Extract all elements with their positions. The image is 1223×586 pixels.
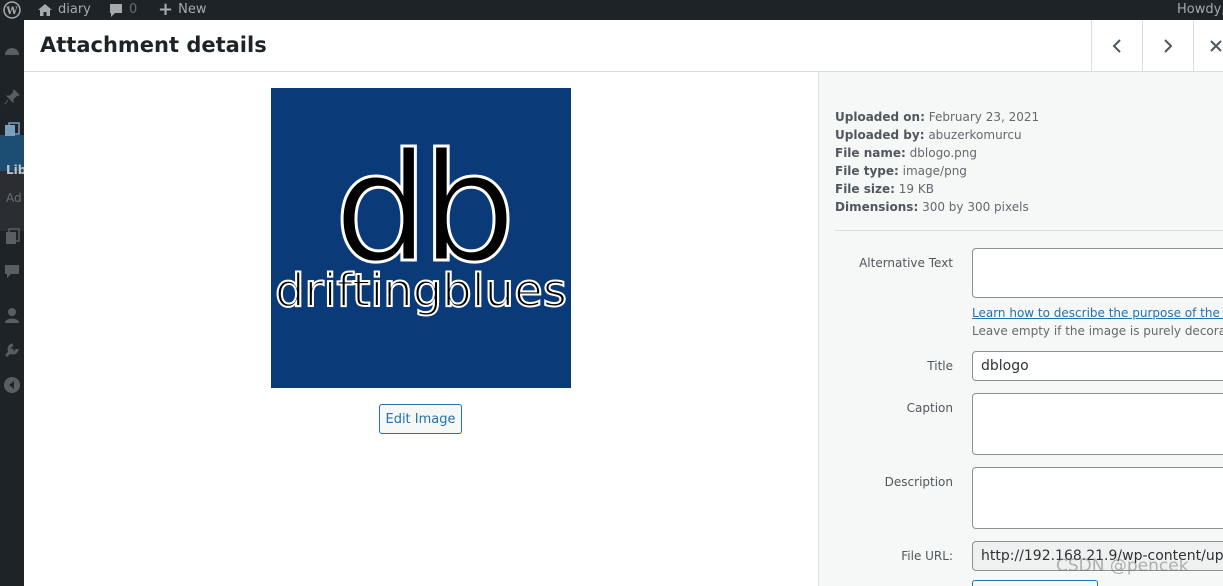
new-content-link[interactable]: + New xyxy=(158,0,206,20)
edit-image-button[interactable]: Edit Image xyxy=(379,404,462,434)
collapse-menu-icon[interactable] xyxy=(3,376,21,394)
previous-attachment-button[interactable] xyxy=(1091,20,1142,71)
chevron-left-icon xyxy=(1112,38,1121,53)
admin-bar: W diary 0 + New Howdy, xyxy=(0,0,1223,20)
close-modal-button[interactable] xyxy=(1193,20,1223,71)
description-field[interactable] xyxy=(972,467,1223,529)
file-name-row: File name: dblogo.png xyxy=(835,146,977,160)
users-icon[interactable] xyxy=(3,306,21,324)
my-account-link[interactable]: Howdy, xyxy=(1177,0,1223,20)
description-label: Description xyxy=(884,475,953,489)
alt-text-help-text: Leave empty if the image is purely decor… xyxy=(972,324,1223,338)
pages-icon[interactable] xyxy=(3,228,21,246)
tools-wrench-icon[interactable] xyxy=(3,341,21,359)
caption-field[interactable] xyxy=(972,393,1223,455)
comment-icon xyxy=(110,3,122,17)
attachment-image: db driftingblues xyxy=(271,88,571,388)
attachment-info-sidebar: Uploaded on: February 23, 2021 Uploaded … xyxy=(818,72,1223,586)
admin-side-menu: Lib Ad xyxy=(0,20,26,586)
comments-link[interactable]: 0 xyxy=(108,0,137,20)
howdy-text: Howdy, xyxy=(1177,2,1223,17)
file-details: Uploaded on: February 23, 2021 Uploaded … xyxy=(835,108,1039,216)
site-name-link[interactable]: diary xyxy=(37,0,91,20)
comments-icon[interactable] xyxy=(3,262,21,280)
title-label: Title xyxy=(927,359,953,373)
site-name: diary xyxy=(58,2,91,17)
image-preview-area: db driftingblues Edit Image xyxy=(24,72,818,586)
submenu-add-new[interactable]: Ad xyxy=(6,191,22,205)
watermark-text: CSDN @pencek xyxy=(1056,556,1189,576)
copy-url-button[interactable] xyxy=(972,580,1098,586)
new-label: New xyxy=(178,2,207,17)
posts-pin-icon[interactable] xyxy=(3,88,21,106)
divider xyxy=(835,230,1223,231)
alt-text-label: Alternative Text xyxy=(859,256,953,270)
chevron-right-icon xyxy=(1164,38,1173,53)
alt-text-help-link[interactable]: Learn how to describe the purpose of the… xyxy=(972,306,1223,320)
dashboard-icon[interactable] xyxy=(3,42,21,60)
svg-text:W: W xyxy=(5,6,18,17)
uploaded-by-row: Uploaded by: abuzerkomurcu xyxy=(835,128,1022,142)
modal-title: Attachment details xyxy=(40,33,267,57)
home-icon xyxy=(38,4,52,16)
close-icon xyxy=(1210,39,1222,52)
file-url-label: File URL: xyxy=(901,549,953,563)
comments-count: 0 xyxy=(129,2,138,17)
plus-icon: + xyxy=(158,0,174,20)
attachment-details-modal: Attachment details db driftingblues Edit… xyxy=(24,20,1223,586)
media-icon xyxy=(3,121,21,139)
uploaded-on-row: Uploaded on: February 23, 2021 xyxy=(835,110,1040,124)
file-size-row: File size: 19 KB xyxy=(835,182,934,196)
next-attachment-button[interactable] xyxy=(1142,20,1193,71)
modal-header: Attachment details xyxy=(24,20,1223,72)
wordpress-logo-icon[interactable]: W xyxy=(3,0,21,20)
file-type-row: File type: image/png xyxy=(835,164,967,178)
logo-caption-text: driftingblues xyxy=(275,264,567,317)
title-field[interactable]: dblogo xyxy=(972,351,1223,381)
caption-label: Caption xyxy=(906,401,953,415)
dimensions-row: Dimensions: 300 by 300 pixels xyxy=(835,200,1029,214)
alt-text-field[interactable] xyxy=(972,248,1223,298)
